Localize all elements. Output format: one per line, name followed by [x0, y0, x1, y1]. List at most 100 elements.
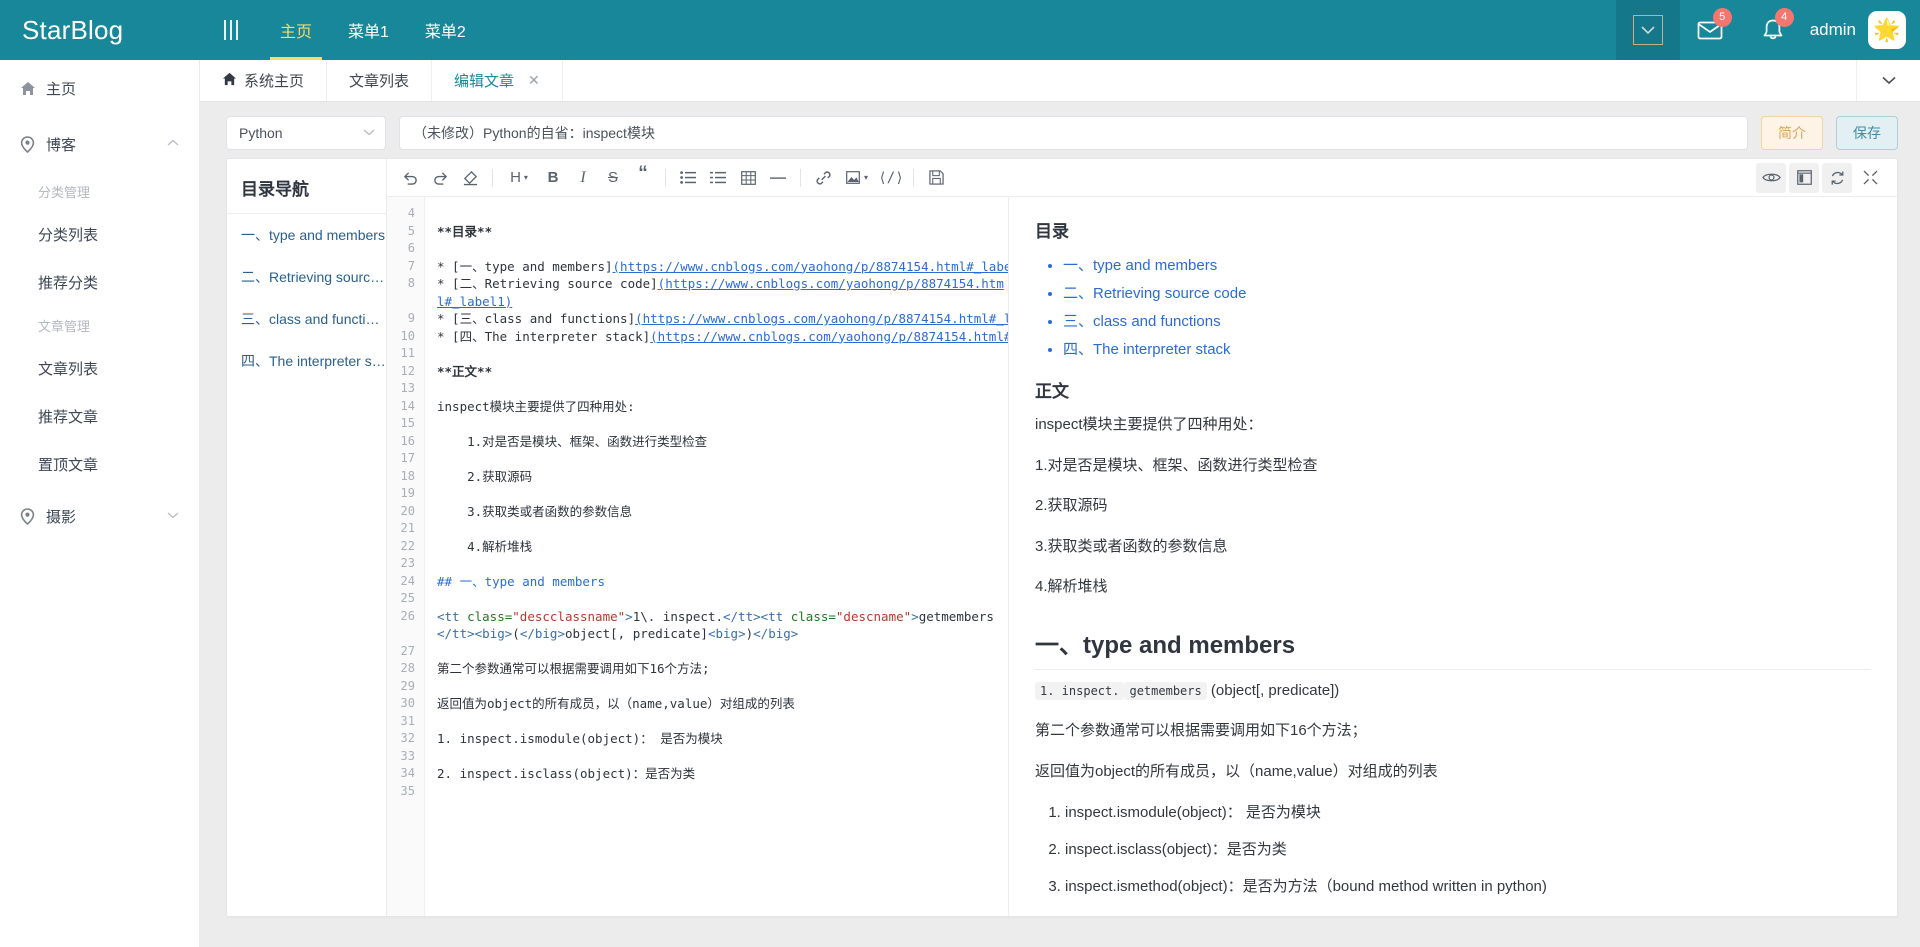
top-nav-item-menu2[interactable]: 菜单2 [407, 0, 484, 60]
code-line[interactable] [437, 345, 1008, 363]
horizontal-rule-icon[interactable] [763, 163, 793, 193]
toc-item-1[interactable]: 一、type and members [227, 214, 386, 256]
link-icon[interactable] [808, 163, 838, 193]
redo-icon[interactable] [425, 163, 455, 193]
location-icon [20, 507, 46, 525]
code-line[interactable]: 返回值为object的所有成员，以（name,value）对组成的列表 [437, 695, 1008, 713]
code-line[interactable]: 1.对是否是模块、框架、函数进行类型检查 [437, 433, 1008, 451]
clear-format-icon[interactable] [455, 163, 485, 193]
sidebar-item-category-list[interactable]: 分类列表 [0, 210, 199, 258]
code-line[interactable] [437, 678, 1008, 696]
code-line[interactable] [437, 713, 1008, 731]
article-title-input[interactable] [399, 116, 1748, 150]
markdown-source-editor[interactable]: 4 5 6 7 8 9 10 11 12 13 14 15 16 17 18 19 20 21 22 23 24 25 26… [387, 197, 1009, 916]
code-line[interactable]: * [一、type and members](https://www.cnblo… [437, 258, 1008, 276]
code-line[interactable]: **正文** [437, 363, 1008, 381]
sidebar-group-blog[interactable]: 博客 [0, 116, 199, 172]
notifications-button[interactable]: 4 [1742, 0, 1804, 60]
tab-overflow-button[interactable] [1856, 60, 1920, 101]
image-icon[interactable]: ▾ [838, 163, 876, 193]
tab-article-list[interactable]: 文章列表 [327, 60, 433, 101]
tab-edit-article[interactable]: 编辑文章 ✕ [432, 60, 563, 101]
code-line[interactable]: 1. inspect.ismodule(object)： 是否为模块 [437, 730, 1008, 748]
preview-eye-icon[interactable] [1756, 162, 1786, 193]
code-line[interactable]: * [二、Retrieving source code](https://www… [437, 275, 1008, 310]
toc-panel: 目录导航 一、type and members 二、Retrieving sou… [227, 159, 387, 916]
code-line[interactable] [437, 643, 1008, 661]
toc-item-3[interactable]: 三、class and functions [227, 298, 386, 340]
tab-strip: 系统主页 文章列表 编辑文章 ✕ [200, 60, 1920, 102]
code-token: </tt> [723, 608, 761, 624]
code-line[interactable]: ## 一、type and members [437, 573, 1008, 591]
line-number: 23 [400, 556, 415, 570]
user-menu[interactable]: admin [1804, 0, 1868, 60]
sidebar-item-featured-category[interactable]: 推荐分类 [0, 258, 199, 306]
line-number: 13 [400, 381, 415, 395]
code-line[interactable] [437, 748, 1008, 766]
preview-toc-link-3[interactable]: 三、class and functions [1063, 310, 1871, 331]
code-line[interactable] [437, 520, 1008, 538]
code-line[interactable]: 第二个参数通常可以根据需要调用如下16个方法; [437, 660, 1008, 678]
code-line[interactable]: 3.获取类或者函数的参数信息 [437, 503, 1008, 521]
sidebar-item-featured-article[interactable]: 推荐文章 [0, 392, 199, 440]
split-view-icon[interactable] [1789, 162, 1819, 193]
collapse-toggle-button[interactable] [1615, 0, 1680, 60]
ordered-list-icon[interactable] [703, 163, 733, 193]
preview-toc-link-2[interactable]: 二、Retrieving source code [1063, 282, 1871, 303]
code-line[interactable] [437, 415, 1008, 433]
top-nav-item-menu1[interactable]: 菜单1 [330, 0, 407, 60]
preview-toc-link-1[interactable]: 一、type and members [1063, 254, 1871, 275]
close-icon[interactable]: ✕ [528, 72, 540, 89]
avatar[interactable]: 🌟 [1868, 11, 1906, 49]
code-line[interactable] [437, 783, 1008, 801]
code-line[interactable]: <tt class="descclassname">1\. inspect.</… [437, 608, 1008, 643]
save-button[interactable]: 保存 [1836, 116, 1898, 150]
code-line[interactable]: 2. inspect.isclass(object)：是否为类 [437, 765, 1008, 783]
sidebar-group-photography[interactable]: 摄影 [0, 488, 199, 544]
heading-icon[interactable]: H ▾ [500, 163, 538, 193]
category-select[interactable]: Python [226, 116, 386, 150]
preview-signature-code-a: 1. inspect. [1035, 681, 1125, 700]
save-icon[interactable] [921, 163, 951, 193]
toolbar-separator [492, 168, 493, 187]
top-bar-right: 5 4 admin 🌟 [1615, 0, 1920, 60]
italic-icon[interactable]: I [568, 163, 598, 193]
code-line[interactable] [437, 450, 1008, 468]
code-line[interactable]: * [三、class and functions](https://www.cn… [437, 310, 1008, 328]
hamburger-icon[interactable] [200, 0, 262, 60]
code-token: 2. inspect.isclass(object)：是否为类 [437, 766, 696, 781]
code-line[interactable] [437, 240, 1008, 258]
code-line[interactable] [437, 380, 1008, 398]
tab-system-home[interactable]: 系统主页 [200, 60, 328, 101]
code-line[interactable] [437, 555, 1008, 573]
fullscreen-icon[interactable] [1855, 163, 1885, 193]
table-icon[interactable] [733, 163, 763, 193]
strikethrough-icon[interactable]: S [598, 163, 628, 193]
code-line[interactable] [437, 205, 1008, 223]
messages-button[interactable]: 5 [1680, 0, 1742, 60]
toc-item-2[interactable]: 二、Retrieving sourc… [227, 256, 386, 298]
code-icon[interactable]: ⟨/⟩ [876, 163, 906, 193]
code-line[interactable]: 4.解析堆栈 [437, 538, 1008, 556]
code-line[interactable]: 2.获取源码 [437, 468, 1008, 486]
sync-scroll-icon[interactable] [1822, 162, 1852, 193]
bold-icon[interactable]: B [538, 163, 568, 193]
code-line[interactable]: **目录** [437, 223, 1008, 241]
sidebar-item-pinned-article[interactable]: 置顶文章 [0, 440, 199, 488]
code-line[interactable] [437, 485, 1008, 503]
code-line[interactable]: inspect模块主要提供了四种用处: [437, 398, 1008, 416]
sidebar-item-article-list[interactable]: 文章列表 [0, 344, 199, 392]
intro-button[interactable]: 简介 [1761, 116, 1823, 150]
toc-item-4[interactable]: 四、The interpreter st… [227, 340, 386, 382]
code-line[interactable]: * [四、The interpreter stack](https://www.… [437, 328, 1008, 346]
unordered-list-icon[interactable] [673, 163, 703, 193]
quote-icon[interactable]: “ [628, 163, 658, 193]
preview-toc-link-4[interactable]: 四、The interpreter stack [1063, 338, 1871, 359]
sidebar-item-home[interactable]: 主页 [0, 60, 199, 116]
markdown-source-text[interactable]: **目录** * [一、type and members](https://ww… [425, 197, 1008, 916]
brand-logo[interactable]: StarBlog [0, 0, 200, 60]
top-nav-item-home[interactable]: 主页 [262, 0, 330, 60]
undo-icon[interactable] [395, 163, 425, 193]
code-token: object[, predicate] [564, 626, 708, 641]
code-line[interactable] [437, 590, 1008, 608]
